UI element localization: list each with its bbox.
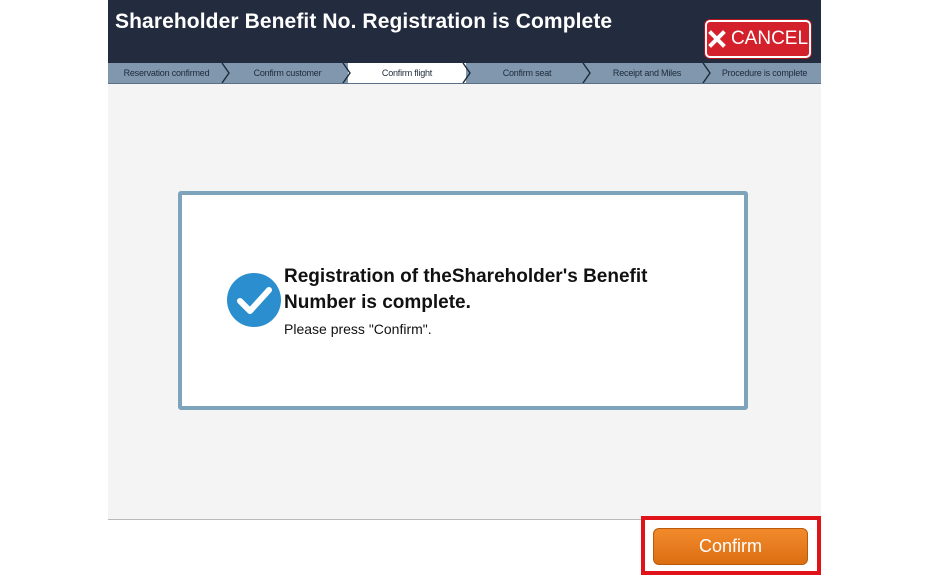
step-separator-chevron-icon — [702, 63, 711, 83]
step-confirm-seat: Confirm seat — [502, 68, 552, 78]
completion-message: Registration of theShareholder's Benefit… — [284, 266, 648, 313]
confirm-button[interactable]: Confirm — [653, 528, 808, 565]
progress-steps: Reservation confirmed Confirm customer C… — [108, 63, 821, 84]
step-separator-chevron-icon — [462, 63, 471, 83]
step-receipt-and-miles: Receipt and Miles — [612, 68, 682, 78]
cancel-label: CANCEL — [730, 28, 809, 49]
close-icon — [708, 30, 726, 48]
header-bar: Shareholder Benefit No. Registration is … — [108, 0, 821, 63]
step-separator-chevron-icon — [582, 63, 591, 83]
step-separator-chevron-icon — [342, 63, 351, 83]
step-confirm-customer: Confirm customer — [253, 68, 322, 78]
step-procedure-complete: Procedure is complete — [721, 68, 808, 78]
confirm-instruction: Please press "Confirm". — [284, 321, 432, 337]
cancel-button[interactable]: CANCEL — [705, 20, 811, 58]
step-reservation-confirmed: Reservation confirmed — [123, 68, 210, 78]
step-separator-chevron-icon — [221, 63, 230, 83]
kiosk-screen: Shareholder Benefit No. Registration is … — [108, 0, 821, 575]
page-title: Shareholder Benefit No. Registration is … — [115, 10, 613, 33]
completion-dialog: Registration of theShareholder's Benefit… — [178, 191, 748, 410]
checkmark-circle-icon — [227, 273, 281, 327]
step-confirm-flight: Confirm flight — [348, 63, 466, 83]
